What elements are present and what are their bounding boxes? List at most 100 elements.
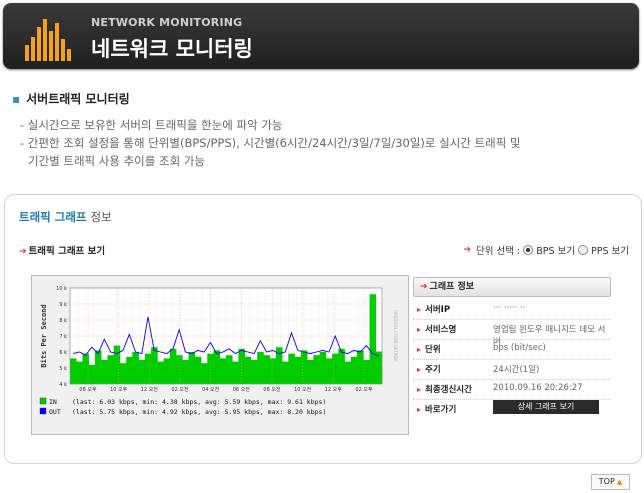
- in-bar: [207, 353, 214, 384]
- legend-swatch: [39, 397, 47, 405]
- info-row-server-ip: ▸ 서버IP ··· ····· ··: [413, 299, 611, 319]
- section-title-text: 서버트래픽 모니터링: [26, 92, 130, 106]
- info-key: 최종갱신시간: [425, 385, 472, 395]
- triangle-up-icon: ▲: [616, 478, 623, 486]
- in-bar: [232, 361, 239, 384]
- bullet-icon: ▸: [417, 345, 422, 354]
- info-row-period: ▸ 주기 24시간(1일): [413, 359, 611, 379]
- in-bar: [101, 360, 108, 384]
- in-bar: [226, 355, 233, 384]
- x-tick-label: 12 오후: [325, 387, 343, 393]
- in-bar: [113, 345, 121, 384]
- in-bar: [163, 358, 171, 384]
- x-tick-label: 12 오전: [141, 386, 159, 393]
- y-tick-label: 9 k: [59, 302, 67, 308]
- y-tick-label: 4 k: [59, 382, 67, 388]
- info-key: 서비스명: [425, 325, 457, 335]
- panel-title: 트래픽 그래프 정보: [19, 209, 112, 225]
- unit-selector-label: 단위 선택 :: [476, 246, 521, 257]
- arrow-right-icon: ➔: [19, 247, 27, 257]
- in-bar: [344, 361, 352, 384]
- x-tick-label: 02 오후: [355, 387, 373, 393]
- in-bar: [338, 348, 345, 384]
- signal-bars-icon: [25, 19, 71, 61]
- info-value-unit: bps (bit/sec): [493, 343, 546, 353]
- in-bar: [151, 347, 158, 384]
- in-bar: [70, 358, 77, 384]
- y-axis-label: Bits Per Second: [40, 304, 48, 367]
- info-key: 바로가기: [425, 405, 457, 415]
- info-row-service-name: ▸ 서비스명 영업팀 윈도우 매니지드 데모 서버: [413, 319, 611, 347]
- arrow-right-icon: ➔: [463, 245, 472, 255]
- in-bar: [307, 360, 314, 384]
- in-bar: [119, 363, 127, 384]
- x-tick-label: 08 오후: [79, 387, 97, 393]
- bullet-icon: ▸: [417, 325, 422, 334]
- in-bar: [250, 360, 258, 384]
- y-tick-label: 8 k: [59, 318, 67, 324]
- description-line-3: 기간별 트래픽 사용 추이를 조회 가능: [28, 154, 205, 168]
- in-bar: [363, 360, 370, 384]
- legend-stats: (last: 6.03 kbps, min: 4.38 kbps, avg: 5…: [72, 398, 326, 406]
- in-bar: [94, 350, 102, 384]
- in-bar: [132, 352, 139, 384]
- header-banner: NETWORK MONITORING 네트워크 모니터링: [3, 3, 639, 69]
- detail-graph-button[interactable]: 상세 그래프 보기: [493, 400, 599, 414]
- in-bar: [300, 350, 308, 384]
- section-title: ▪ 서버트래픽 모니터링: [12, 90, 130, 107]
- traffic-chart-svg: 10 k 9 k 8 k 7 k 6 k 5 k 4 k 08 오후 10 오후 12 오전 02 …: [39, 286, 398, 416]
- graph-info-box: ➔ 그래프 정보 ▸ 서버IP ··· ····· ·· ▸ 서비스명 영업팀 윈도우…: [413, 277, 611, 415]
- page-title: 네트워크 모니터링: [91, 37, 253, 61]
- bullet-icon: ▸: [417, 385, 422, 394]
- bullet-icon: ▸: [417, 405, 422, 414]
- in-bar: [219, 358, 227, 384]
- pps-radio[interactable]: [578, 245, 588, 255]
- y-tick-label: 6 k: [59, 350, 67, 356]
- in-bar: [369, 294, 377, 384]
- in-bar: [375, 351, 383, 384]
- legend-stats: (last: 5.75 kbps, min: 4.92 kbps, avg: 5…: [72, 408, 326, 416]
- x-tick-label: 10 오전: [294, 386, 312, 393]
- info-row-unit: ▸ 단위 bps (bit/sec): [413, 339, 611, 359]
- in-bar: [126, 356, 133, 384]
- description-line-2: - 간편한 조회 설정을 통해 단위별(BPS/PPS), 시간별(6시간/24…: [20, 136, 521, 150]
- in-bar: [263, 355, 270, 384]
- x-tick-label: 04 오전: [202, 386, 220, 393]
- unit-selector: ➔ 단위 선택 : BPS 보기 PPS 보기: [463, 243, 629, 257]
- in-bar: [269, 358, 277, 384]
- in-bar: [176, 355, 183, 384]
- in-bar: [194, 356, 202, 384]
- in-bar: [88, 364, 96, 384]
- in-bar: [288, 353, 295, 384]
- in-bar: [107, 355, 114, 384]
- traffic-chart: 10 k 9 k 8 k 7 k 6 k 5 k 4 k 08 오후 10 오후 12 오전 02 …: [31, 275, 409, 435]
- legend-name: IN: [49, 398, 57, 406]
- description-line-1: - 실시간으로 보유한 서버의 트래픽을 한눈에 파악 가능: [20, 118, 283, 132]
- bullet-icon: ▸: [417, 365, 422, 374]
- in-bar: [157, 361, 164, 384]
- in-bar: [294, 356, 302, 384]
- top-button[interactable]: TOP ▲: [591, 474, 630, 490]
- info-key: 서버IP: [425, 305, 451, 315]
- header-subtitle: NETWORK MONITORING: [91, 16, 243, 29]
- x-tick-label: 02 오전: [171, 386, 189, 393]
- x-tick-label: 10 오후: [110, 387, 128, 393]
- y-tick-label: 10 k: [56, 286, 67, 292]
- top-button-label[interactable]: TOP: [599, 477, 615, 486]
- in-bar: [325, 358, 333, 384]
- in-bar: [213, 350, 221, 384]
- pps-radio-label[interactable]: PPS 보기: [591, 243, 629, 257]
- x-tick-label: 06 오전: [233, 386, 251, 393]
- graph-info-header: ➔ 그래프 정보: [413, 277, 611, 297]
- bps-radio-label[interactable]: BPS 보기: [536, 243, 575, 257]
- rrdtool-label: RRDTOOL / TOBI OETIKER: [393, 310, 398, 362]
- in-bar: [144, 353, 152, 384]
- bps-radio[interactable]: [523, 245, 534, 255]
- y-tick-label: 7 k: [59, 334, 67, 340]
- info-row-shortcut: ▸ 바로가기 상세 그래프 보기: [413, 399, 611, 419]
- graph-view-label-text: 트래픽 그래프 보기: [28, 246, 106, 257]
- in-bar: [188, 352, 196, 384]
- in-bar: [319, 352, 327, 384]
- info-value-last-updated: 2010.09.16 20:26:27: [493, 383, 583, 393]
- in-bar: [76, 361, 83, 384]
